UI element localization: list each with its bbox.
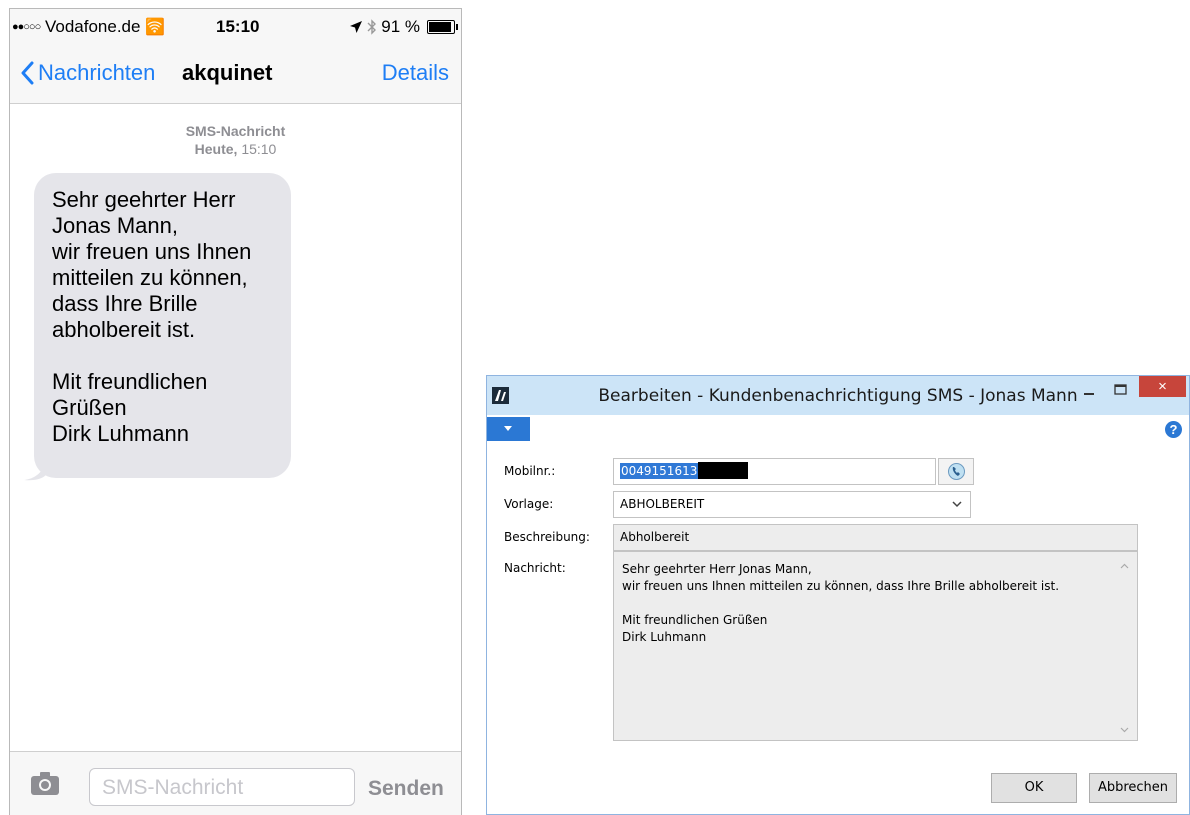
description-field[interactable]: Abholbereit [613,524,1138,551]
phone-screen: ●●○○○ Vodafone.de 🛜 15:10 91 % Nachricht… [9,8,462,815]
call-button[interactable] [938,458,974,485]
bluetooth-icon [367,19,377,35]
minimize-icon[interactable] [1077,382,1101,402]
back-button[interactable]: Nachrichten [20,60,155,86]
location-arrow-icon [350,21,363,33]
camera-icon[interactable] [30,770,60,796]
conversation-title: akquinet [182,60,273,85]
cancel-button[interactable]: Abbrechen [1089,773,1177,803]
message-line: Mit freundlichen [52,369,208,394]
nav-bar: Nachrichten akquinet Details [10,47,461,104]
message-line: Sehr geehrter Herr [52,187,236,212]
message-textarea[interactable]: Sehr geehrter Herr Jonas Mann, wir freuen… [613,551,1138,741]
mobile-label: Mobilnr.: [504,464,556,478]
message-line: Dirk Luhmann [52,421,189,446]
mobile-redaction [698,462,749,479]
message-type-text: SMS-Nachricht [185,123,286,139]
chevron-down-icon [952,501,962,508]
signal-dots-icon: ●●○○○ [12,21,41,33]
message-date-label: Heute, 15:10 [10,141,461,157]
compose-bar: SMS-Nachricht Senden [10,751,461,815]
chevron-left-icon [21,61,34,85]
phone-icon [948,463,965,480]
template-value: ABHOLBEREIT [620,497,705,511]
message-line: Mit freundlichen Grüßen [622,613,768,627]
message-textarea-text: Sehr geehrter Herr Jonas Mann, wir freuen… [622,561,1059,646]
message-line: Sehr geehrter Herr Jonas Mann, [622,562,812,576]
wifi-icon: 🛜 [145,19,166,36]
message-text: Sehr geehrter Herr Jonas Mann, wir freuen … [52,187,251,447]
edit-dialog: Bearbeiten - Kundenbenachrichtigung SMS … [486,375,1190,815]
dialog-titlebar[interactable]: Bearbeiten - Kundenbenachrichtigung SMS … [487,376,1189,415]
scroll-down-icon[interactable] [1120,725,1129,734]
message-line: wir freuen uns Ihnen [52,239,252,264]
message-line: Dirk Luhmann [622,630,707,644]
message-line [622,595,1059,612]
battery-percent: 91 % [381,17,420,36]
scroll-up-icon[interactable] [1120,562,1129,571]
battery-fill [429,22,451,32]
battery-icon [427,20,458,34]
description-label: Beschreibung: [504,530,590,544]
back-button-label: Nachrichten [38,60,156,85]
maximize-icon[interactable] [1107,382,1133,402]
ribbon-bar: ? [487,415,1189,442]
message-type-label: SMS-Nachricht [10,123,461,139]
status-carrier-group: ●●○○○ Vodafone.de 🛜 [12,17,165,37]
message-line: Jonas Mann, [52,213,178,238]
template-label: Vorlage: [504,497,554,511]
help-icon[interactable]: ? [1165,421,1182,438]
description-value: Abholbereit [620,530,690,544]
message-line [52,343,251,369]
mobile-field[interactable]: 0049151613 [613,458,936,485]
details-button[interactable]: Details [382,60,449,86]
template-select[interactable]: ABHOLBEREIT [613,491,971,518]
ok-button[interactable]: OK [991,773,1077,803]
message-line: Grüßen [52,395,127,420]
dialog-form: Mobilnr.: 0049151613 Vorlage: ABHOLBEREI… [487,442,1189,814]
message-label: Nachricht: [504,561,566,575]
message-date-day: Heute, [194,141,238,157]
ribbon-dropdown-button[interactable] [487,417,530,441]
message-line: dass Ihre Brille [52,291,198,316]
sms-input[interactable]: SMS-Nachricht [89,768,355,806]
close-button[interactable]: × [1139,376,1186,397]
send-button[interactable]: Senden [368,777,444,801]
status-right-group: 91 % [349,17,458,37]
mobile-value: 0049151613 [620,463,699,479]
message-date-time: 15:10 [241,141,277,157]
status-bar: ●●○○○ Vodafone.de 🛜 15:10 91 % [10,9,461,47]
status-time: 15:10 [216,17,260,36]
carrier-name: Vodafone.de [44,17,141,36]
message-line: mitteilen zu können, [52,265,248,290]
message-line: abholbereit ist. [52,317,196,342]
message-line: wir freuen uns Ihnen mitteilen zu können… [622,579,1060,593]
